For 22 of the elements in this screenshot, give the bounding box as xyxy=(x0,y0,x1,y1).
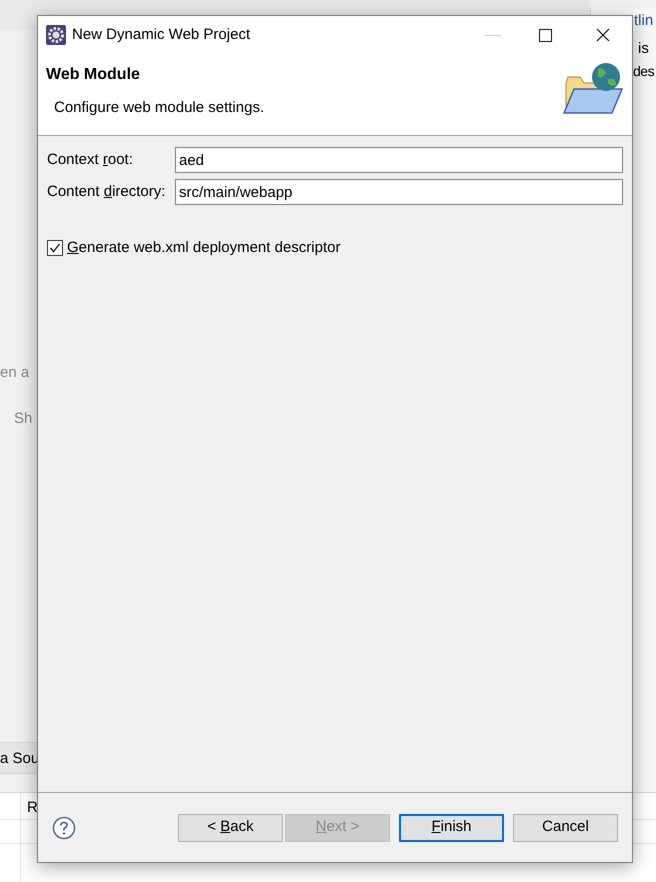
close-icon[interactable] xyxy=(596,28,610,42)
background-text: des xyxy=(633,62,654,81)
background-text: R xyxy=(27,798,38,818)
dialog-button[interactable]: < Back xyxy=(178,814,283,842)
window-title: New Dynamic Web Project xyxy=(72,24,250,45)
checkbox-label[interactable]: Generate web.xml deployment descriptor xyxy=(67,237,340,260)
background-text: is xyxy=(638,39,649,59)
field-label: Content directory: xyxy=(47,182,166,202)
input-field[interactable]: aed xyxy=(175,147,623,173)
gear-icon xyxy=(46,25,66,45)
dialog-button[interactable]: Finish xyxy=(399,814,504,842)
background-text: tlin xyxy=(634,11,654,31)
maximize-icon[interactable] xyxy=(539,28,552,42)
page-title: Web Module xyxy=(46,65,141,85)
input-field[interactable]: src/main/webapp xyxy=(175,179,623,205)
dialog-button[interactable]: Cancel xyxy=(513,814,618,842)
background-text: Sh xyxy=(14,409,32,429)
background-text: en a xyxy=(0,363,30,383)
checkbox[interactable] xyxy=(47,240,63,256)
field-label: Context root: xyxy=(47,150,134,170)
page-description: Configure web module settings. xyxy=(54,98,264,118)
help-icon[interactable] xyxy=(52,816,76,840)
